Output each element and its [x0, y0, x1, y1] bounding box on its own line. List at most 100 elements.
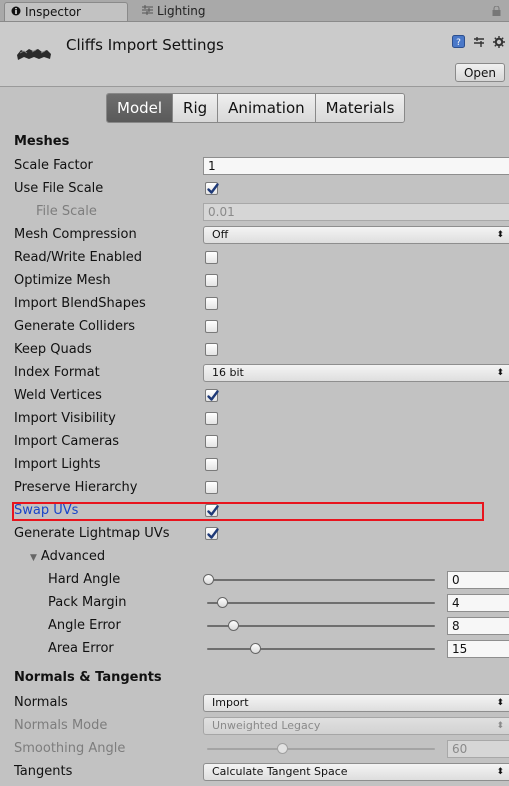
optimize-mesh-checkbox[interactable] [205, 274, 218, 287]
normals-label: Normals [14, 695, 68, 710]
generate-colliders-row: Generate Colliders [0, 316, 509, 339]
normals-dropdown[interactable]: Import ⬍ [203, 694, 509, 712]
import-blendshapes-row: Import BlendShapes [0, 293, 509, 316]
mesh-compression-dropdown[interactable]: Off ⬍ [203, 226, 509, 244]
index-format-row: Index Format 16 bit ⬍ [0, 362, 509, 385]
slider-track [207, 625, 435, 627]
checkmark-icon [207, 390, 219, 401]
generate-colliders-checkbox[interactable] [205, 320, 218, 333]
lock-icon[interactable] [492, 5, 501, 16]
angle-error-row: Angle Error 8 [0, 615, 509, 638]
read-write-checkbox[interactable] [205, 251, 218, 264]
weld-vertices-checkbox[interactable] [205, 389, 219, 402]
pack-margin-slider[interactable] [203, 594, 439, 612]
angle-error-input[interactable]: 8 [447, 617, 509, 635]
normals-mode-label: Normals Mode [14, 718, 108, 733]
import-blendshapes-checkbox[interactable] [205, 297, 218, 310]
slider-track [207, 748, 435, 750]
asset-header: Cliffs Import Settings ? Open [0, 22, 509, 87]
slider-track [207, 602, 435, 604]
use-file-scale-label: Use File Scale [14, 181, 104, 196]
tab-lighting-label: Lighting [157, 4, 206, 18]
mesh-compression-label: Mesh Compression [14, 227, 137, 242]
normals-row: Normals Import ⬍ [0, 692, 509, 715]
pack-margin-row: Pack Margin 4 [0, 592, 509, 615]
import-visibility-label: Import Visibility [14, 411, 116, 426]
import-cameras-row: Import Cameras [0, 431, 509, 454]
tangents-label: Tangents [14, 764, 73, 779]
slider-thumb[interactable] [216, 597, 228, 608]
slider-thumb[interactable] [203, 574, 214, 585]
weld-vertices-row: Weld Vertices [0, 385, 509, 408]
slider-track [207, 579, 435, 581]
preset-icon[interactable] [473, 36, 485, 51]
import-cameras-label: Import Cameras [14, 434, 120, 449]
pack-margin-input[interactable]: 4 [447, 594, 509, 612]
advanced-foldout-row[interactable]: ▼ Advanced [0, 546, 509, 569]
hard-angle-slider[interactable] [203, 571, 439, 589]
dropdown-arrow-icon: ⬍ [496, 230, 504, 240]
tab-inspector[interactable]: Inspector [4, 2, 128, 21]
tab-materials[interactable]: Materials [314, 94, 405, 122]
mesh-compression-row: Mesh Compression Off ⬍ [0, 224, 509, 247]
import-lights-checkbox[interactable] [205, 458, 218, 471]
dropdown-arrow-icon: ⬍ [496, 767, 504, 777]
tangents-value: Calculate Tangent Space [212, 765, 348, 778]
angle-error-slider[interactable] [203, 617, 439, 635]
dropdown-arrow-icon: ⬍ [496, 368, 504, 378]
slider-thumb[interactable] [250, 643, 262, 654]
scale-factor-input[interactable]: 1 [203, 157, 509, 175]
index-format-dropdown[interactable]: 16 bit ⬍ [203, 364, 509, 382]
gear-icon[interactable] [493, 35, 505, 51]
slider-thumb[interactable] [227, 620, 239, 631]
hard-angle-row: Hard Angle 0 [0, 569, 509, 592]
tab-model[interactable]: Model [107, 94, 173, 122]
mesh-compression-value: Off [212, 228, 229, 241]
asset-title: Cliffs Import Settings [66, 36, 224, 54]
swap-uvs-highlight-box [12, 502, 484, 521]
header-icons: ? [452, 35, 505, 51]
normals-mode-value: Unweighted Legacy [212, 719, 321, 732]
smoothing-angle-slider [203, 740, 439, 758]
preserve-hierarchy-checkbox[interactable] [205, 481, 218, 494]
pack-margin-label: Pack Margin [48, 595, 127, 610]
normals-mode-row: Normals Mode Unweighted Legacy ⬍ [0, 715, 509, 738]
tangents-dropdown[interactable]: Calculate Tangent Space ⬍ [203, 763, 509, 781]
import-settings-toolbar: Model Rig Animation Materials [106, 93, 406, 123]
use-file-scale-checkbox[interactable] [205, 182, 219, 195]
import-blendshapes-label: Import BlendShapes [14, 296, 146, 311]
advanced-label: Advanced [40, 549, 106, 564]
help-icon[interactable]: ? [452, 35, 465, 51]
read-write-row: Read/Write Enabled [0, 247, 509, 270]
hard-angle-input[interactable]: 0 [447, 571, 509, 589]
keep-quads-row: Keep Quads [0, 339, 509, 362]
optimize-mesh-label: Optimize Mesh [14, 273, 111, 288]
advanced-foldout[interactable]: ▼ Advanced [30, 549, 105, 564]
checkmark-icon [207, 528, 219, 539]
angle-error-label: Angle Error [48, 618, 121, 633]
import-cameras-checkbox[interactable] [205, 435, 218, 448]
smoothing-angle-input: 60 [447, 740, 509, 758]
keep-quads-checkbox[interactable] [205, 343, 218, 356]
area-error-slider[interactable] [203, 640, 439, 658]
smoothing-angle-row: Smoothing Angle 60 [0, 738, 509, 761]
open-button[interactable]: Open [455, 63, 505, 82]
import-visibility-checkbox[interactable] [205, 412, 218, 425]
tab-lighting[interactable]: Lighting [136, 2, 246, 21]
import-visibility-row: Import Visibility [0, 408, 509, 431]
area-error-row: Area Error 15 [0, 638, 509, 661]
normals-mode-dropdown: Unweighted Legacy ⬍ [203, 717, 509, 735]
checkmark-icon [207, 183, 219, 194]
section-normals-tangents: Normals & Tangents [14, 670, 162, 685]
inspector-tab-bar: Inspector Lighting [0, 0, 509, 22]
slider-track [207, 648, 435, 650]
scale-factor-row: Scale Factor 1 [0, 155, 509, 178]
preserve-hierarchy-row: Preserve Hierarchy [0, 477, 509, 500]
tab-animation[interactable]: Animation [217, 94, 315, 122]
tab-rig[interactable]: Rig [172, 94, 218, 122]
generate-lightmap-row: Generate Lightmap UVs [0, 523, 509, 546]
generate-lightmap-checkbox[interactable] [205, 527, 219, 540]
area-error-input[interactable]: 15 [447, 640, 509, 658]
keep-quads-label: Keep Quads [14, 342, 92, 357]
index-format-value: 16 bit [212, 366, 244, 379]
